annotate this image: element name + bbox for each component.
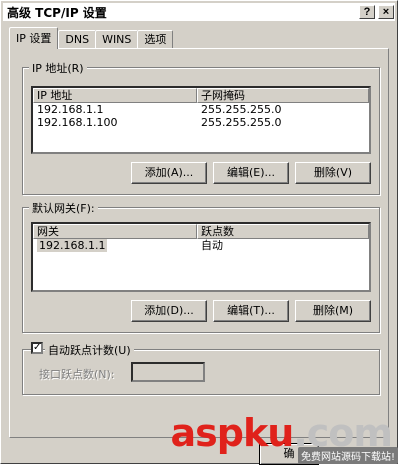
metric-group: ✓ 自动跃点计数(U) 接口跃点数(N): bbox=[22, 342, 380, 395]
default-gateway-group-label: 默认网关(F): bbox=[29, 200, 98, 216]
list-item[interactable]: 192.168.1.1 自动 bbox=[33, 239, 369, 252]
watermark-brand-a: asp bbox=[170, 411, 244, 455]
default-gateway-group: 默认网关(F): 网关 跃点数 192.168.1.1 自动 添加(D)... … bbox=[22, 200, 380, 333]
ip-address-group-label: IP 地址(R) bbox=[29, 60, 87, 76]
gateway-column-header[interactable]: 网关 bbox=[33, 224, 197, 239]
ip-list-header: IP 地址 子网掩码 bbox=[33, 88, 369, 103]
ip-cell: 192.168.1.100 bbox=[37, 116, 118, 129]
ip-address-list[interactable]: IP 地址 子网掩码 192.168.1.1 255.255.255.0 192… bbox=[31, 86, 371, 154]
watermark-brand-b: ku bbox=[243, 411, 294, 455]
help-button[interactable]: ? bbox=[359, 5, 375, 19]
auto-metric-checkbox[interactable]: ✓ bbox=[31, 342, 43, 354]
ip-settings-panel: IP 地址(R) IP 地址 子网掩码 192.168.1.1 255.255.… bbox=[9, 48, 389, 438]
tab-options[interactable]: 选项 bbox=[137, 30, 174, 49]
metric-cell: 自动 bbox=[201, 239, 223, 252]
gateway-delete-button[interactable]: 删除(M) bbox=[295, 300, 371, 322]
auto-metric-label[interactable]: 自动跃点计数(U) bbox=[45, 342, 134, 358]
list-item[interactable]: 192.168.1.1 255.255.255.0 bbox=[33, 103, 369, 116]
tab-strip: IP 设置 DNS WINS 选项 bbox=[9, 27, 174, 49]
subnet-column-header[interactable]: 子网掩码 bbox=[197, 88, 369, 103]
gateway-add-button[interactable]: 添加(D)... bbox=[131, 300, 207, 322]
gateway-edit-button[interactable]: 编辑(T)... bbox=[213, 300, 289, 322]
subnet-cell: 255.255.255.0 bbox=[201, 116, 282, 129]
watermark-tagline: 免费网站源码下载站! bbox=[297, 447, 398, 464]
ip-column-header[interactable]: IP 地址 bbox=[33, 88, 197, 103]
ip-add-button[interactable]: 添加(A)... bbox=[131, 162, 207, 184]
interface-metric-input[interactable] bbox=[131, 362, 205, 382]
tab-dns[interactable]: DNS bbox=[58, 30, 97, 49]
ip-edit-button[interactable]: 编辑(E)... bbox=[213, 162, 289, 184]
advanced-tcpip-dialog: 高级 TCP/IP 设置 ? × IP 设置 DNS WINS 选项 IP 地址… bbox=[0, 0, 398, 465]
gateway-cell: 192.168.1.1 bbox=[33, 239, 197, 252]
close-button[interactable]: × bbox=[378, 5, 394, 19]
subnet-cell: 255.255.255.0 bbox=[201, 103, 282, 116]
tab-wins[interactable]: WINS bbox=[95, 30, 139, 49]
list-item[interactable]: 192.168.1.100 255.255.255.0 bbox=[33, 116, 369, 129]
ip-delete-button[interactable]: 删除(V) bbox=[295, 162, 371, 184]
title-bar: 高级 TCP/IP 设置 ? × bbox=[3, 3, 395, 21]
ip-cell: 192.168.1.1 bbox=[37, 103, 104, 116]
interface-metric-label: 接口跃点数(N): bbox=[39, 368, 115, 381]
ip-address-group: IP 地址(R) IP 地址 子网掩码 192.168.1.1 255.255.… bbox=[22, 60, 380, 195]
metric-column-header[interactable]: 跃点数 bbox=[197, 224, 369, 239]
gateway-list-header: 网关 跃点数 bbox=[33, 224, 369, 239]
gateway-value: 192.168.1.1 bbox=[37, 239, 108, 252]
gateway-list[interactable]: 网关 跃点数 192.168.1.1 自动 bbox=[31, 222, 371, 292]
window-title: 高级 TCP/IP 设置 bbox=[7, 5, 107, 20]
tab-ip-settings[interactable]: IP 设置 bbox=[9, 27, 59, 49]
